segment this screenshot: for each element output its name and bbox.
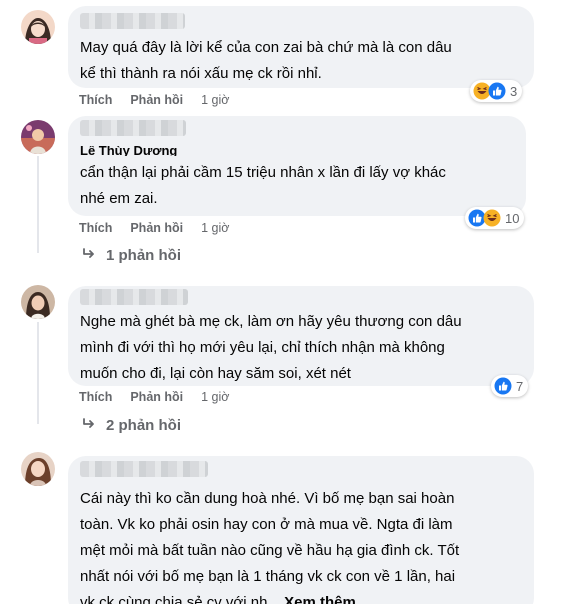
comment-3: Nghe mà ghét bà mẹ ck, làm ơn hãy yêu th… <box>0 280 580 450</box>
author-name-blurred <box>80 461 208 477</box>
timestamp[interactable]: 1 giờ <box>201 221 229 235</box>
comment-2: Lê Thùy Dương cẩn thận lại phải cầm 15 t… <box>0 110 580 280</box>
view-replies-link[interactable]: 1 phản hồi <box>82 247 181 264</box>
replies-count-label: 2 phản hồi <box>106 417 181 434</box>
comment-actions: Thích Phản hồi 1 giờ <box>79 221 229 235</box>
reply-link[interactable]: Phản hồi <box>130 390 183 404</box>
comment-text-line: kể thì thành ra nói xấu mẹ ck rồi nhỉ. <box>80 65 322 82</box>
comment-1: May quá đây là lời kể của con zai bà chứ… <box>0 0 580 110</box>
like-link[interactable]: Thích <box>79 390 112 404</box>
comment-text-line: nhất nói với bố mẹ bạn là 1 tháng vk ck … <box>80 568 456 585</box>
reaction-summary[interactable]: 10 <box>465 207 525 229</box>
author-name-blurred <box>80 13 185 29</box>
comment-text-line: mình đi với thì họ mới yêu lại, chỉ thíc… <box>80 339 445 356</box>
see-more-link[interactable]: Xem thêm <box>284 594 356 604</box>
view-replies-link[interactable]: 2 phản hồi <box>82 417 181 434</box>
like-icon <box>488 82 506 100</box>
reaction-summary[interactable]: 3 <box>470 80 523 102</box>
comment-text-line: mệt mỏi mà bất tuần nào cũng về hầu hạ g… <box>80 542 460 559</box>
author-name[interactable]: Lê Thùy Dương <box>80 146 177 156</box>
like-icon <box>494 377 512 395</box>
comment-text-line: toàn. Vk ko phải osin hay con ở mà mua v… <box>80 516 453 533</box>
reply-link[interactable]: Phản hồi <box>130 221 183 235</box>
comment-actions: Thích Phản hồi 1 giờ <box>79 93 229 107</box>
replies-count-label: 1 phản hồi <box>106 247 181 264</box>
comment-text-line: nhé em zai. <box>80 190 158 207</box>
comment-text-line-last: vk ck cùng chia sẻ cv với nh... Xem thêm <box>80 590 356 604</box>
reply-link[interactable]: Phản hồi <box>130 93 183 107</box>
reply-arrow-icon <box>82 417 96 434</box>
timestamp[interactable]: 1 giờ <box>201 93 229 107</box>
comment-text-line: cẩn thận lại phải cầm 15 triệu nhân x lầ… <box>80 164 446 181</box>
comment-text-line: muốn cho đi, lại còn hay săm soi, xét né… <box>80 365 351 382</box>
author-name-blurred <box>80 120 186 136</box>
comment-4: Cái này thì ko cần dung hoà nhé. Vì bố m… <box>0 450 580 604</box>
avatar[interactable] <box>21 120 55 154</box>
like-link[interactable]: Thích <box>79 221 112 235</box>
comment-text-line: Cái này thì ko cần dung hoà nhé. Vì bố m… <box>80 490 455 507</box>
comment-text-truncated: vk ck cùng chia sẻ cv với nh... <box>80 594 280 604</box>
reaction-count: 3 <box>510 83 518 99</box>
reaction-count: 7 <box>516 378 524 394</box>
reply-arrow-icon <box>82 247 96 264</box>
comment-text-line: May quá đây là lời kể của con zai bà chứ… <box>80 39 452 56</box>
thread-line <box>37 322 39 424</box>
author-name-blurred <box>80 289 188 305</box>
reaction-count: 10 <box>505 210 520 226</box>
comment-text-line: Nghe mà ghét bà mẹ ck, làm ơn hãy yêu th… <box>80 313 462 330</box>
avatar[interactable] <box>21 452 55 486</box>
like-link[interactable]: Thích <box>79 93 112 107</box>
thread-line <box>37 156 39 253</box>
timestamp[interactable]: 1 giờ <box>201 390 229 404</box>
avatar[interactable] <box>21 10 55 44</box>
reaction-summary[interactable]: 7 <box>491 375 529 397</box>
avatar[interactable] <box>21 285 55 319</box>
haha-icon <box>483 209 501 227</box>
comment-actions: Thích Phản hồi 1 giờ <box>79 390 229 404</box>
